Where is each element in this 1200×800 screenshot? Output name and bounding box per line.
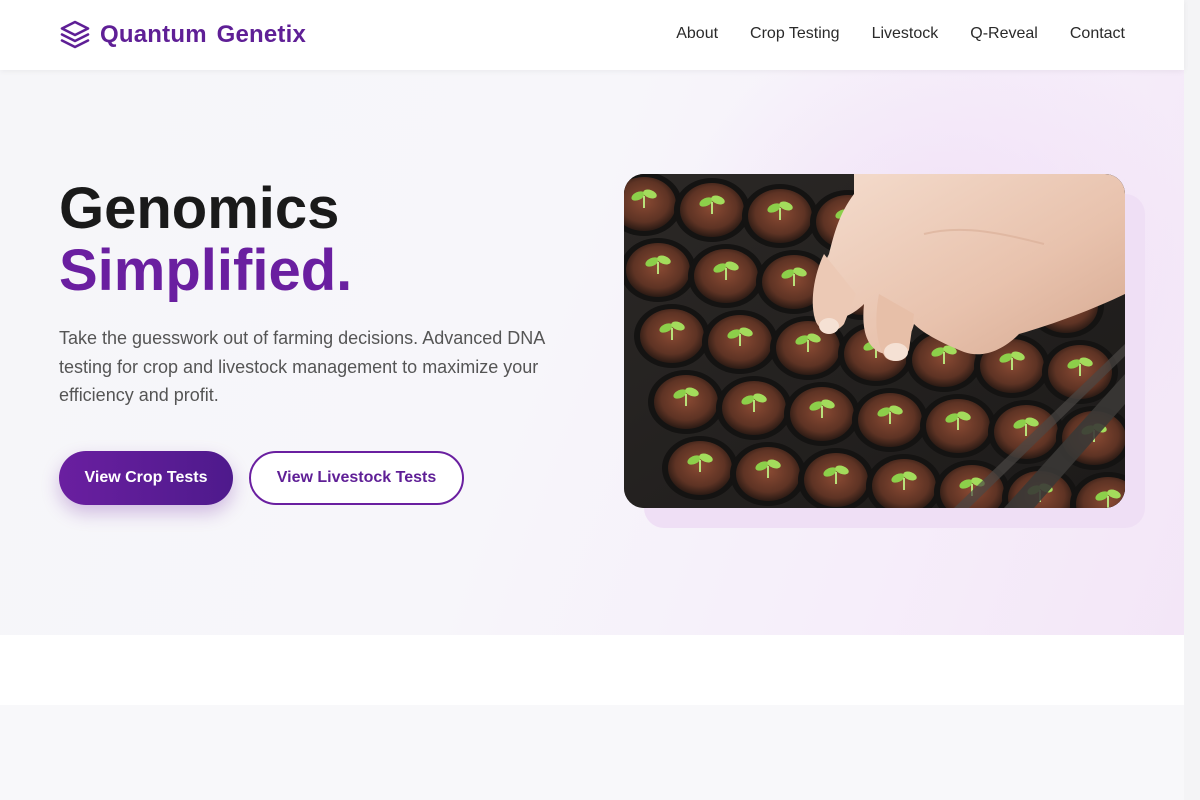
seedling-tray-photo: [624, 174, 1125, 508]
hero-title: Genomics Simplified.: [59, 178, 352, 302]
nav-crop-testing[interactable]: Crop Testing: [750, 24, 840, 44]
view-livestock-tests-button[interactable]: View Livestock Tests: [249, 451, 464, 505]
main-nav: About Crop Testing Livestock Q-Reveal Co…: [676, 24, 1125, 44]
next-section-background: [0, 705, 1184, 800]
nav-livestock[interactable]: Livestock: [872, 24, 939, 44]
brand-logo-link[interactable]: Quantum Genetix: [59, 18, 306, 52]
hero-section: Genomics Simplified. Take the guesswork …: [0, 70, 1184, 635]
brand-name: Quantum Genetix: [100, 21, 307, 48]
view-crop-tests-button[interactable]: View Crop Tests: [59, 451, 233, 505]
nav-q-reveal[interactable]: Q-Reveal: [970, 24, 1038, 44]
nav-about[interactable]: About: [676, 24, 718, 44]
hero-title-line2: Simplified.: [59, 238, 353, 303]
page-scrollbar[interactable]: [1184, 0, 1200, 800]
hero-image: [624, 174, 1125, 508]
site-header: Quantum Genetix About Crop Testing Lives…: [0, 0, 1184, 70]
nav-contact[interactable]: Contact: [1070, 24, 1125, 44]
page: Quantum Genetix About Crop Testing Lives…: [0, 0, 1184, 800]
section-divider-band: [0, 635, 1184, 705]
layers-icon: [60, 20, 90, 49]
hero-title-line1: Genomics: [59, 176, 340, 241]
hero-description: Take the guesswork out of farming decisi…: [59, 328, 545, 405]
